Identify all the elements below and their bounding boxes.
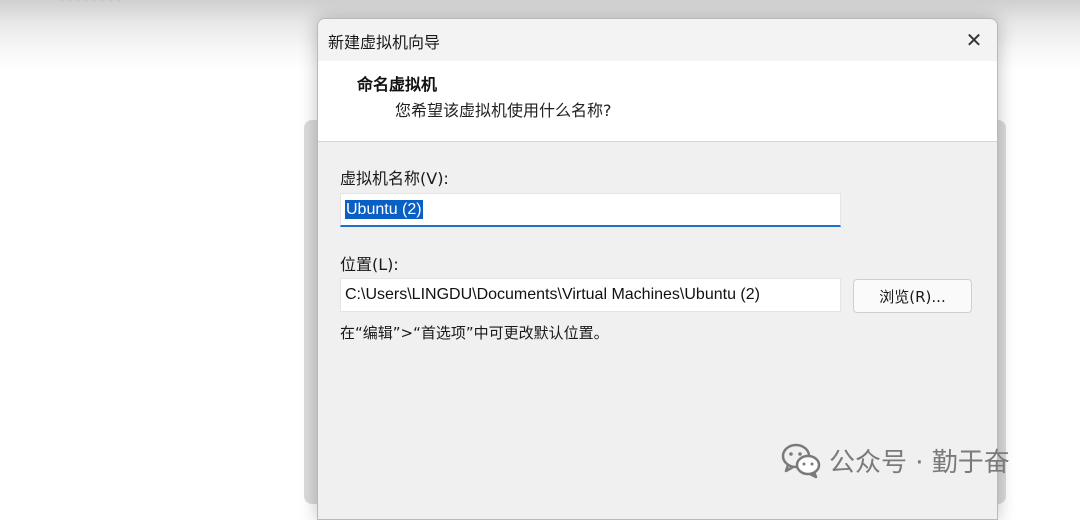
background-blurred-text: ········ bbox=[60, 0, 1020, 8]
location-label: 位置(L): bbox=[340, 255, 399, 274]
dialog-title: 新建虚拟机向导 bbox=[328, 33, 441, 52]
vm-name-value: Ubuntu (2) bbox=[345, 200, 423, 219]
wizard-step-subtitle: 您希望该虚拟机使用什么名称? bbox=[395, 101, 612, 120]
close-button[interactable]: ✕ bbox=[959, 25, 989, 55]
browse-button[interactable]: 浏览(R)... bbox=[853, 279, 972, 313]
dialog-titlebar: 新建虚拟机向导 ✕ bbox=[318, 19, 997, 61]
vm-name-input[interactable]: Ubuntu (2) bbox=[340, 193, 841, 227]
vm-name-label: 虚拟机名称(V): bbox=[340, 169, 449, 188]
wizard-step-title: 命名虚拟机 bbox=[357, 75, 438, 94]
location-input[interactable]: C:\Users\LINGDU\Documents\Virtual Machin… bbox=[340, 278, 841, 312]
location-value: C:\Users\LINGDU\Documents\Virtual Machin… bbox=[345, 286, 760, 303]
watermark: 公众号 · 勤于奋 bbox=[779, 438, 1010, 482]
wechat-icon bbox=[779, 438, 823, 482]
close-icon: ✕ bbox=[965, 28, 983, 52]
location-hint: 在“编辑”>“首选项”中可更改默认位置。 bbox=[340, 324, 609, 342]
wizard-header: 命名虚拟机 您希望该虚拟机使用什么名称? bbox=[318, 61, 997, 142]
watermark-text: 公众号 · 勤于奋 bbox=[829, 447, 1010, 478]
